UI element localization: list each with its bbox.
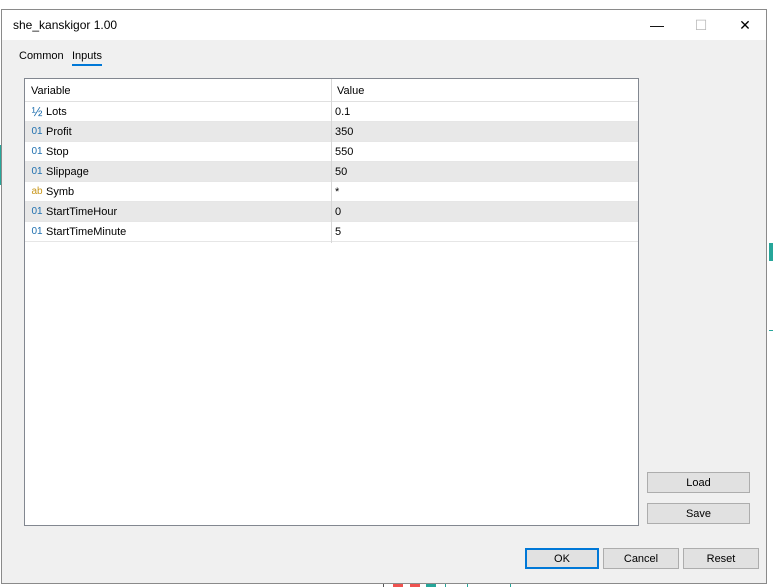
chart-background-right-marker — [769, 243, 773, 261]
column-divider[interactable] — [331, 79, 332, 243]
variable-name: Profit — [46, 126, 72, 138]
integer-icon: 01 — [31, 206, 43, 217]
variable-name: Symb — [46, 186, 75, 198]
variable-value[interactable]: * — [335, 186, 339, 198]
tab-common[interactable]: Common — [19, 50, 64, 62]
variable-value[interactable]: 550 — [335, 146, 353, 158]
minimize-icon[interactable]: — — [635, 10, 679, 40]
expert-properties-dialog: she_kanskigor 1.00 — ☐ ✕ Common Inputs V… — [1, 9, 767, 584]
close-icon[interactable]: ✕ — [723, 10, 767, 40]
column-header-value[interactable]: Value — [337, 85, 364, 97]
tab-inputs[interactable]: Inputs — [72, 50, 102, 66]
variable-name: Lots — [46, 106, 67, 118]
string-icon: ab — [31, 186, 43, 197]
variable-name: Slippage — [46, 166, 89, 178]
inputs-table: Variable Value ½ Lots 0.1 01 Profit 350 01 Stop… — [24, 78, 639, 526]
integer-icon: 01 — [31, 226, 43, 237]
variable-value[interactable]: 0 — [335, 206, 341, 218]
fraction-icon: ½ — [31, 104, 43, 119]
variable-name: Stop — [46, 146, 69, 158]
integer-icon: 01 — [31, 146, 43, 157]
variable-value[interactable]: 0.1 — [335, 106, 350, 118]
chart-background-line — [769, 330, 773, 331]
ok-button[interactable]: OK — [525, 548, 599, 569]
maximize-icon[interactable]: ☐ — [679, 10, 723, 40]
title-bar[interactable]: she_kanskigor 1.00 — ☐ ✕ — [2, 10, 766, 40]
save-button[interactable]: Save — [647, 503, 750, 524]
column-header-variable[interactable]: Variable — [31, 85, 71, 97]
window-title: she_kanskigor 1.00 — [13, 18, 118, 32]
variable-value[interactable]: 350 — [335, 126, 353, 138]
cancel-button[interactable]: Cancel — [603, 548, 679, 569]
variable-value[interactable]: 50 — [335, 166, 347, 178]
variable-name: StartTimeHour — [46, 206, 118, 218]
reset-button[interactable]: Reset — [683, 548, 759, 569]
integer-icon: 01 — [31, 166, 43, 177]
load-button[interactable]: Load — [647, 472, 750, 493]
variable-name: StartTimeMinute — [46, 226, 127, 238]
integer-icon: 01 — [31, 126, 43, 137]
variable-value[interactable]: 5 — [335, 226, 341, 238]
